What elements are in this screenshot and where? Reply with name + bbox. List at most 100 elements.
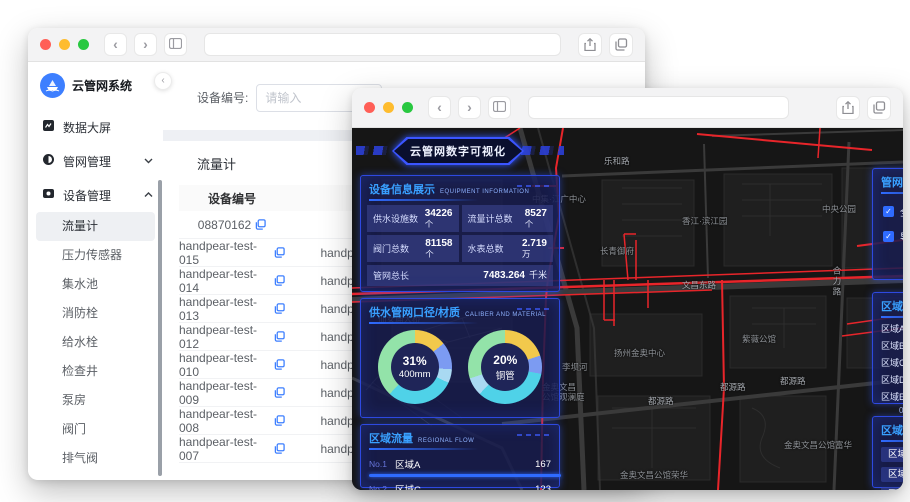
copy-icon[interactable] xyxy=(274,443,285,454)
map-dashboard: 乐和路中集·江广中心香江·滨江园中央公园长青御府文昌东路合力路仙女庙大桥扬州金奥… xyxy=(352,128,903,490)
panel-title: 区域统计 xyxy=(881,301,903,313)
stat-cell: 水表总数 2.719 万 xyxy=(461,235,553,262)
sidebar-scrollbar[interactable] xyxy=(158,180,162,476)
map-label: 都源路 xyxy=(648,396,674,406)
layer-option[interactable]: ✓ 全选 xyxy=(883,204,903,219)
flow-rank-row: No.2 区域C 123 xyxy=(369,483,551,491)
address-bar[interactable] xyxy=(528,96,789,119)
sidebar: 云管网系统 数据大屏 管网管理 设备管理 流量计 压力传感器 集水池 消防栓 给水栓 检查井泵… xyxy=(28,62,163,479)
dashboard-icon xyxy=(42,119,55,135)
axis-min-label: 0 xyxy=(899,406,903,415)
address-bar[interactable] xyxy=(204,33,561,56)
copy-icon[interactable] xyxy=(274,415,285,426)
back-button[interactable]: ‹ xyxy=(428,96,451,119)
stat-cell-total: 管网总长 7483.264 千米 xyxy=(367,265,553,286)
close-button[interactable] xyxy=(40,39,51,50)
pipe-layers-panel: 管网图层 ✓ 全选 ✓ 导入 xyxy=(872,168,903,280)
stat-cell: 流量计总数 8527 个 xyxy=(461,205,553,232)
sidebar-submenu: 流量计压力传感器集水池消防栓给水栓检查井泵房阀门排气阀出水口水源井 xyxy=(28,212,163,480)
copy-icon[interactable] xyxy=(274,331,285,342)
share-icon[interactable] xyxy=(578,32,602,57)
copy-icon[interactable] xyxy=(274,359,285,370)
copy-icon[interactable] xyxy=(274,303,285,314)
legend-item[interactable]: 区域E xyxy=(881,390,903,403)
map-label: 中央公园 xyxy=(822,204,857,214)
minimize-button[interactable] xyxy=(59,39,70,50)
sidebar-subitem[interactable]: 集水池 xyxy=(36,270,155,299)
stat-cell: 阀门总数 81158 个 xyxy=(367,235,459,262)
legend-item[interactable]: 区域A xyxy=(881,322,903,335)
map-label: 长青御府 xyxy=(600,246,635,256)
panel-title: 供水管网口径/材质 xyxy=(369,307,461,319)
map-label: 合力路 xyxy=(832,266,842,298)
map-label: 文昌东路 xyxy=(682,280,717,290)
map-label: 金奥文昌公馆荣华 xyxy=(620,470,689,480)
tabs-copy-icon[interactable] xyxy=(609,32,633,57)
forward-button[interactable]: › xyxy=(458,96,481,119)
sidebar-collapse-button[interactable]: ‹ xyxy=(154,72,172,90)
sidebar-toggle-icon[interactable] xyxy=(488,96,511,119)
sidebar-item-数据大屏[interactable]: 数据大屏 xyxy=(28,110,163,144)
dashboard-title: 云管网数字可视化 xyxy=(394,139,522,163)
column-header-code: 设备编号 xyxy=(207,191,256,206)
copy-icon[interactable] xyxy=(274,387,285,398)
panel-title: 设备信息展示 xyxy=(369,184,435,196)
app-logo-icon xyxy=(40,73,65,98)
checkbox-checked-icon[interactable]: ✓ xyxy=(883,231,894,242)
checkbox-checked-icon[interactable]: ✓ xyxy=(883,206,894,217)
browser-toolbar: ‹ › xyxy=(352,88,903,128)
zoom-button[interactable] xyxy=(402,102,413,113)
panel-title: 区域流量 xyxy=(369,433,413,445)
legend-item[interactable]: 区域D xyxy=(881,373,903,386)
sidebar-subitem[interactable]: 给水栓 xyxy=(36,328,155,357)
region-legend: 区域A 区域B 区域C 区域D 区域E xyxy=(873,322,903,403)
region-stats-panel: 区域统计 区域A 区域B 区域C 区域D 区域E 0 xyxy=(872,292,903,415)
stat-cell: 供水设施数 34226 个 xyxy=(367,205,459,232)
sidebar-subitem[interactable]: 阀门 xyxy=(36,415,155,444)
equipment-info-panel: 设备信息展示 EQUIPMENT INFORMATION 供水设施数 34226… xyxy=(360,175,560,292)
filter-label: 设备编号: xyxy=(197,91,249,105)
sidebar-subitem[interactable]: 压力传感器 xyxy=(36,241,155,270)
sidebar-menu: 数据大屏 管网管理 设备管理 xyxy=(28,110,163,212)
header-left-decoration xyxy=(356,146,390,155)
copy-icon[interactable] xyxy=(255,219,266,230)
share-icon[interactable] xyxy=(836,95,860,120)
region-flow-row[interactable]: 区域C xyxy=(881,467,903,482)
region-flow-list-panel: 区域流量 区域B区域C区域D区域E xyxy=(872,416,903,490)
region-flow-row[interactable]: 区域B xyxy=(881,447,903,462)
forward-button[interactable]: › xyxy=(134,33,157,56)
zoom-button[interactable] xyxy=(78,39,89,50)
layer-option[interactable]: ✓ 导入 xyxy=(883,229,903,244)
sidebar-subitem[interactable]: 检查井 xyxy=(36,357,155,386)
panel-title: 区域流量 xyxy=(881,425,903,437)
legend-item[interactable]: 区域B xyxy=(881,339,903,352)
sidebar-subitem[interactable]: 排气阀 xyxy=(36,444,155,473)
caliber-material-panel: 供水管网口径/材质 CALIBER AND MATERIAL 31% 400mm … xyxy=(360,298,560,418)
sidebar-subitem[interactable]: 流量计 xyxy=(36,212,155,241)
panel-subtitle: CALIBER AND MATERIAL xyxy=(465,312,546,318)
sidebar-subitem[interactable]: 消防栓 xyxy=(36,299,155,328)
sidebar-subitem[interactable]: 泵房 xyxy=(36,386,155,415)
map-label: 扬州金奥中心 xyxy=(614,348,666,358)
copy-icon[interactable] xyxy=(274,275,285,286)
panel-subtitle: REGIONAL FLOW xyxy=(418,438,475,444)
dashboard-browser-window: ‹ › 乐和路 香江·滨江园 中央公园 长青御府 文昌东路 合力路 扬州金奥中心… xyxy=(352,88,903,490)
caliber-donut-chart: 31% 400mm xyxy=(377,330,452,404)
back-button[interactable]: ‹ xyxy=(104,33,127,56)
tabs-copy-icon[interactable] xyxy=(867,95,891,120)
material-donut-chart: 20% 铜管 xyxy=(468,330,543,404)
sidebar-item-设备管理[interactable]: 设备管理 xyxy=(28,178,163,212)
minimize-button[interactable] xyxy=(383,102,394,113)
sidebar-subitem[interactable]: 出水口 xyxy=(36,473,155,480)
region-flow-rows: 区域B区域C区域D区域E xyxy=(873,447,903,490)
close-button[interactable] xyxy=(364,102,375,113)
pipeline-icon xyxy=(42,153,55,169)
dashboard-title-badge: 云管网数字可视化 xyxy=(392,137,524,165)
sidebar-toggle-icon[interactable] xyxy=(164,33,187,56)
legend-item[interactable]: 区域C xyxy=(881,356,903,369)
map-label: 乐和路 xyxy=(604,156,630,166)
sidebar-item-管网管理[interactable]: 管网管理 xyxy=(28,144,163,178)
map-label: 紫薇公馆 xyxy=(742,334,777,344)
region-flow-row[interactable]: 区域D xyxy=(881,487,903,490)
copy-icon[interactable] xyxy=(274,247,285,258)
